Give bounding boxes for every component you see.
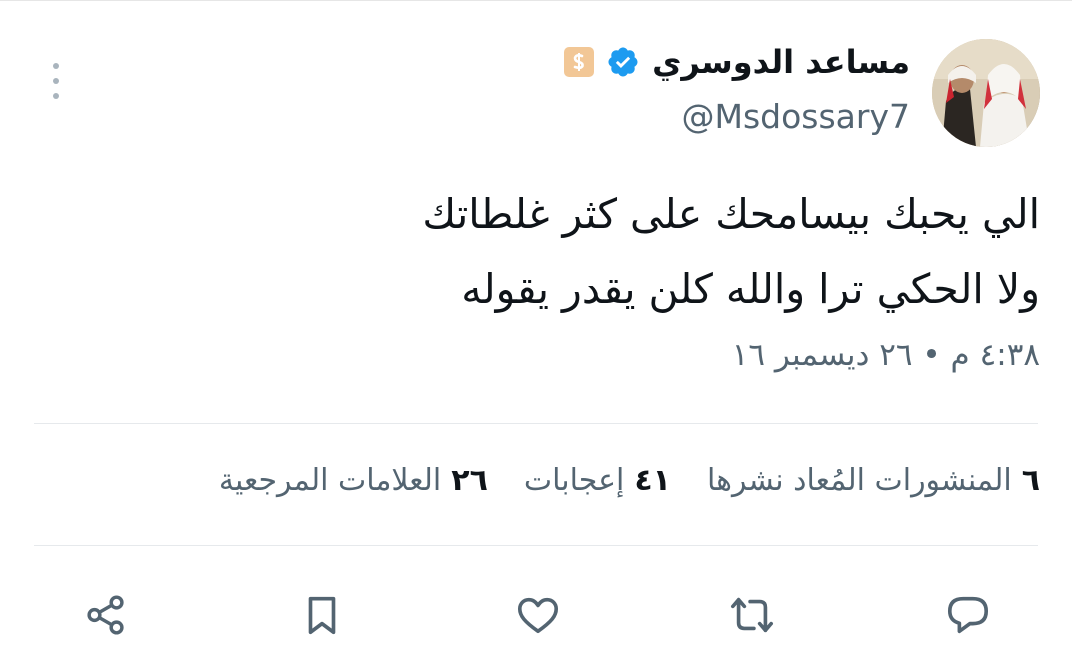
reply-button[interactable] bbox=[942, 589, 994, 641]
divider bbox=[34, 545, 1038, 546]
likes-stat[interactable]: ٤١ إعجابات bbox=[524, 463, 671, 498]
avatar[interactable] bbox=[932, 39, 1040, 147]
more-dot-icon bbox=[53, 63, 59, 69]
retweet-button[interactable] bbox=[726, 589, 778, 641]
more-options-button[interactable] bbox=[42, 59, 70, 103]
retweets-label: المنشورات المُعاد نشرها bbox=[707, 463, 1012, 498]
bookmark-icon bbox=[308, 596, 336, 635]
likes-label: إعجابات bbox=[523, 463, 625, 498]
tweet-text: الي يحبك بيسامحك على كثر غلطاتك ولا الحك… bbox=[40, 177, 1040, 327]
tweet-timestamp[interactable]: ٤:٣٨ م • ٢٦ ديسمبر ١٦ bbox=[732, 337, 1040, 373]
avatar-photo bbox=[932, 39, 1040, 147]
like-button[interactable] bbox=[512, 589, 564, 641]
author-handle[interactable]: @Msdossary7 bbox=[681, 97, 910, 136]
bookmarks-label: العلامات المرجعية bbox=[218, 463, 442, 498]
more-dot-icon bbox=[53, 78, 59, 84]
share-button[interactable] bbox=[80, 589, 132, 641]
like-icon bbox=[517, 597, 559, 634]
tweet-text-line: ولا الحكي ترا والله كلن يقدر يقوله bbox=[461, 265, 1040, 313]
bookmarks-stat[interactable]: ٢٦ العلامات المرجعية bbox=[219, 463, 488, 498]
tweet-card: مساعد الدوسري @Msdossary7 الي يحبك بيسام… bbox=[0, 0, 1072, 662]
author-name[interactable]: مساعد الدوسري bbox=[652, 43, 910, 81]
divider bbox=[34, 423, 1038, 424]
reply-icon bbox=[947, 596, 989, 634]
share-icon bbox=[87, 595, 124, 635]
bookmark-button[interactable] bbox=[296, 589, 348, 641]
likes-count: ٤١ bbox=[634, 463, 671, 498]
more-dot-icon bbox=[53, 93, 59, 99]
tweet-text-line: الي يحبك بيسامحك على كثر غلطاتك bbox=[422, 190, 1040, 238]
verified-badge-icon[interactable] bbox=[606, 45, 640, 79]
dollar-badge-icon bbox=[564, 47, 595, 77]
retweets-count: ٦ bbox=[1021, 463, 1040, 498]
retweet-icon bbox=[731, 597, 773, 633]
engagement-stats: ٦ المنشورات المُعاد نشرها ٤١ إعجابات ٢٦ … bbox=[219, 463, 1040, 498]
retweets-stat[interactable]: ٦ المنشورات المُعاد نشرها bbox=[707, 463, 1040, 498]
bookmarks-count: ٢٦ bbox=[451, 463, 488, 498]
author-row: مساعد الدوسري bbox=[564, 43, 910, 81]
